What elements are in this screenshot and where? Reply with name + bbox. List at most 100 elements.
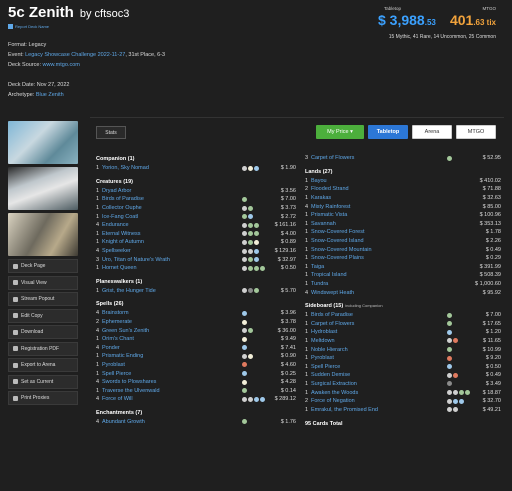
card-row[interactable]: 1 Hornet Queen $ 0.50 xyxy=(96,264,296,273)
card-row[interactable]: 1 Knight of Autumn $ 0.89 xyxy=(96,238,296,247)
card-name-link[interactable]: Ephemerate xyxy=(102,319,242,325)
card-name-link[interactable]: Force of Negation xyxy=(311,398,447,404)
card-row[interactable]: 1 Savannah $ 353.13 xyxy=(305,220,501,229)
card-row[interactable]: 1 Tundra $ 1,000.60 xyxy=(305,280,501,289)
card-name-link[interactable]: Yorion, Sky Nomad xyxy=(102,165,242,171)
card-art-thumbnail-2[interactable] xyxy=(8,167,78,210)
card-row[interactable]: 1 Dryad Arbor $ 3.56 xyxy=(96,187,296,196)
card-row[interactable]: 1 Ice-Fang Coatl $ 2.72 xyxy=(96,212,296,221)
event-link[interactable]: Legacy Showcase Challenge 2022-11-27 xyxy=(25,52,125,58)
card-name-link[interactable]: Snow-Covered Forest xyxy=(311,229,447,235)
card-name-link[interactable]: Tundra xyxy=(311,281,447,287)
card-name-link[interactable]: Taiga xyxy=(311,264,447,270)
card-name-link[interactable]: Swords to Plowshares xyxy=(102,379,242,385)
card-row[interactable]: 1 Eternal Witness $ 4.00 xyxy=(96,230,296,239)
card-name-link[interactable]: Hydroblast xyxy=(311,329,447,335)
card-row[interactable]: 4 Green Sun's Zenith $ 36.00 xyxy=(96,326,296,335)
card-name-link[interactable]: Abundant Growth xyxy=(102,419,242,425)
card-name-link[interactable]: Orim's Chant xyxy=(102,336,242,342)
card-row[interactable]: 1 Sudden Demise $ 0.49 xyxy=(305,371,501,380)
card-name-link[interactable]: Karakas xyxy=(311,195,447,201)
card-row[interactable]: 1 Birds of Paradise $ 7.00 xyxy=(305,311,501,320)
card-name-link[interactable]: Misty Rainforest xyxy=(311,204,447,210)
card-name-link[interactable]: Uro, Titan of Nature's Wrath xyxy=(102,257,242,263)
card-name-link[interactable]: Bayou xyxy=(311,178,447,184)
card-name-link[interactable]: Grist, the Hunger Tide xyxy=(102,288,242,294)
tabletop-button[interactable]: Tabletop xyxy=(368,125,408,139)
card-row[interactable]: 1 Snow-Covered Island $ 2.26 xyxy=(305,237,501,246)
stream-popout-button[interactable]: Stream Popout xyxy=(8,292,78,306)
source-link[interactable]: www.mtgo.com xyxy=(43,62,80,68)
card-row[interactable]: 4 Swords to Plowshares $ 4.28 xyxy=(96,378,296,387)
card-name-link[interactable]: Traverse the Ulvenwald xyxy=(102,388,242,394)
card-row[interactable]: 1 Spell Pierce $ 0.25 xyxy=(96,369,296,378)
card-name-link[interactable]: Brainstorm xyxy=(102,310,242,316)
report-deck-name-link[interactable]: Report Deck Name xyxy=(8,24,49,29)
card-name-link[interactable]: Eternal Witness xyxy=(102,231,242,237)
card-row[interactable]: 4 Force of Will $ 289.12 xyxy=(96,395,296,404)
card-row[interactable]: 2 Force of Negation $ 32.70 xyxy=(305,397,501,406)
card-name-link[interactable]: Collector Ouphe xyxy=(102,205,242,211)
card-row[interactable]: 1 Pyroblast $ 9.20 xyxy=(305,354,501,363)
card-art-thumbnail-1[interactable] xyxy=(8,121,78,164)
mtgo-button[interactable]: MTGO xyxy=(456,125,496,139)
card-name-link[interactable]: Snow-Covered Mountain xyxy=(311,247,447,253)
card-name-link[interactable]: Surgical Extraction xyxy=(311,381,447,387)
card-row[interactable]: 1 Snow-Covered Plains $ 0.29 xyxy=(305,254,501,263)
card-row[interactable]: 1 Prismatic Ending $ 0.90 xyxy=(96,352,296,361)
export-to-arena-button[interactable]: Export to Arena xyxy=(8,358,78,372)
card-name-link[interactable]: Awaken the Woods xyxy=(311,390,447,396)
card-row[interactable]: 4 Spellseeker $ 129.16 xyxy=(96,247,296,256)
card-row[interactable]: 1 Grist, the Hunger Tide $ 5.70 xyxy=(96,287,296,296)
card-name-link[interactable]: Knight of Autumn xyxy=(102,239,242,245)
card-name-link[interactable]: Endurance xyxy=(102,222,242,228)
card-row[interactable]: 1 Bayou $ 410.02 xyxy=(305,177,501,186)
deck-page-button[interactable]: Deck Page xyxy=(8,259,78,273)
card-name-link[interactable]: Force of Will xyxy=(102,396,242,402)
card-row[interactable]: 1 Snow-Covered Forest $ 1.78 xyxy=(305,228,501,237)
card-row[interactable]: 1 Hydroblast $ 1.20 xyxy=(305,328,501,337)
card-name-link[interactable]: Spellseeker xyxy=(102,248,242,254)
card-row[interactable]: 2 Flooded Strand $ 71.88 xyxy=(305,185,501,194)
card-row[interactable]: 1 Traverse the Ulvenwald $ 0.14 xyxy=(96,386,296,395)
card-name-link[interactable]: Pyroblast xyxy=(311,355,447,361)
card-row[interactable]: 3 Uro, Titan of Nature's Wrath $ 32.97 xyxy=(96,255,296,264)
card-name-link[interactable]: Emrakul, the Promised End xyxy=(311,407,447,413)
card-row[interactable]: 1 Surgical Extraction $ 3.49 xyxy=(305,380,501,389)
card-name-link[interactable]: Flooded Strand xyxy=(311,186,447,192)
card-row[interactable]: 1 Birds of Paradise $ 7.00 xyxy=(96,195,296,204)
card-row[interactable]: 1 Pyroblast $ 4.60 xyxy=(96,361,296,370)
edit-copy-button[interactable]: Edit Copy xyxy=(8,308,78,323)
card-name-link[interactable]: Sudden Demise xyxy=(311,372,447,378)
set-as-current-button[interactable]: Set as Current xyxy=(8,374,78,389)
archetype-link[interactable]: Blue Zenith xyxy=(36,92,64,98)
card-name-link[interactable]: Windswept Heath xyxy=(311,290,447,296)
card-row[interactable]: 1 Yorion, Sky Nomad $ 1.90 xyxy=(96,164,296,173)
card-name-link[interactable]: Dryad Arbor xyxy=(102,188,242,194)
card-name-link[interactable]: Spell Pierce xyxy=(311,364,447,370)
card-row[interactable]: 4 Misty Rainforest $ 85.00 xyxy=(305,202,501,211)
my-price-dropdown[interactable]: My Price ▾ xyxy=(316,125,364,139)
card-name-link[interactable]: Prismatic Ending xyxy=(102,353,242,359)
card-name-link[interactable]: Ponder xyxy=(102,345,242,351)
deck-author[interactable]: by cftsoc3 xyxy=(80,8,130,20)
card-name-link[interactable]: Snow-Covered Island xyxy=(311,238,447,244)
card-name-link[interactable]: Noble Hierarch xyxy=(311,347,447,353)
card-row[interactable]: 4 Windswept Heath $ 95.92 xyxy=(305,288,501,297)
card-name-link[interactable]: Carpet of Flowers xyxy=(311,321,447,327)
stats-tab[interactable]: Stats xyxy=(96,126,126,139)
card-name-link[interactable]: Birds of Paradise xyxy=(311,312,447,318)
card-name-link[interactable]: Carpet of Flowers xyxy=(311,155,447,161)
card-name-link[interactable]: Green Sun's Zenith xyxy=(102,328,242,334)
download-button[interactable]: Download xyxy=(8,325,78,339)
visual-view-button[interactable]: Visual View xyxy=(8,275,78,290)
card-row[interactable]: 1 Spell Pierce $ 0.50 xyxy=(305,362,501,371)
card-row[interactable]: 4 Endurance $ 161.16 xyxy=(96,221,296,230)
card-name-link[interactable]: Tropical Island xyxy=(311,272,447,278)
card-row[interactable]: 1 Karakas $ 32.63 xyxy=(305,194,501,203)
card-row[interactable]: 4 Ponder $ 7.41 xyxy=(96,344,296,353)
card-row[interactable]: 4 Abundant Growth $ 1.76 xyxy=(96,418,296,427)
card-row[interactable]: 3 Carpet of Flowers $ 52.95 xyxy=(305,154,501,163)
card-name-link[interactable]: Prismatic Vista xyxy=(311,212,447,218)
arena-button[interactable]: Arena xyxy=(412,125,452,139)
